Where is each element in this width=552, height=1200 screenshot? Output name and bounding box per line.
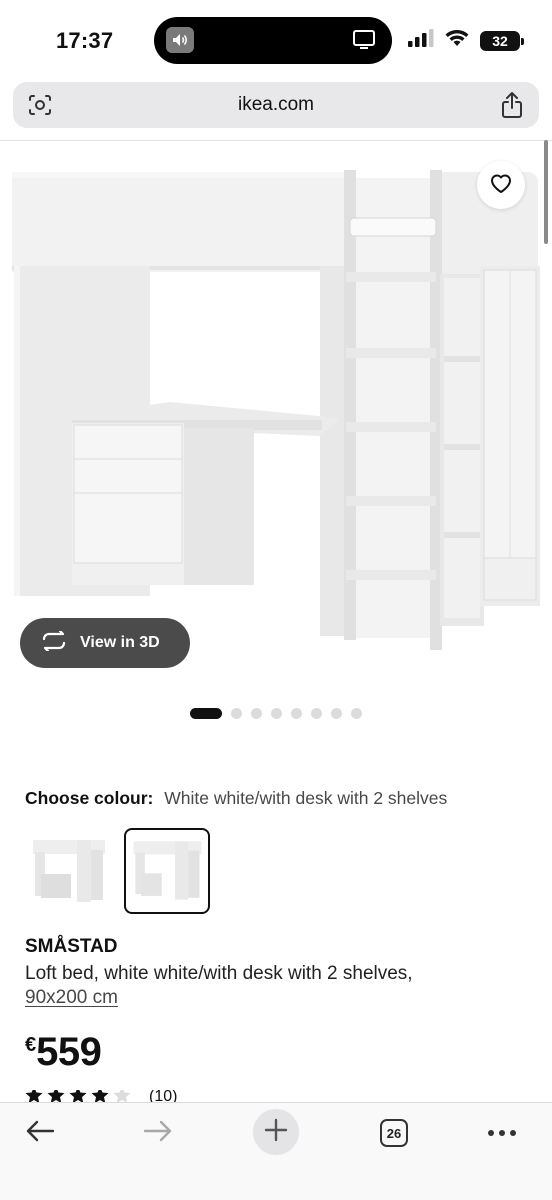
colour-label: Choose colour:: [25, 788, 154, 808]
carousel-dot-1[interactable]: [190, 708, 222, 719]
header-divider: [0, 140, 552, 141]
colour-value: White white/with desk with 2 shelves: [164, 788, 448, 808]
tabs-button[interactable]: 26: [372, 1111, 416, 1155]
carousel-dot-7[interactable]: [331, 708, 342, 719]
wifi-icon: [444, 28, 470, 53]
address-bar[interactable]: ikea.com: [13, 82, 539, 128]
scroll-indicator[interactable]: [544, 140, 548, 244]
product-image[interactable]: [0, 148, 552, 680]
carousel-dot-3[interactable]: [251, 708, 262, 719]
dynamic-island: [154, 17, 392, 64]
rotate-3d-icon: [40, 629, 68, 656]
arrow-right-icon: [143, 1119, 173, 1148]
back-button[interactable]: [18, 1111, 62, 1155]
product-size-link[interactable]: 90x200 cm: [25, 987, 118, 1009]
heart-icon: [489, 172, 513, 199]
carousel-dot-5[interactable]: [291, 708, 302, 719]
price-amount: 559: [36, 1030, 102, 1074]
carousel-dot-6[interactable]: [311, 708, 322, 719]
product-description: Loft bed, white white/with desk with 2 s…: [25, 963, 413, 984]
image-carousel-indicator[interactable]: [190, 708, 362, 719]
battery-icon: 32: [480, 30, 524, 51]
colour-swatch-option-2-selected[interactable]: [124, 828, 210, 914]
carousel-dot-4[interactable]: [271, 708, 282, 719]
signal-icon: [408, 29, 434, 52]
url-text[interactable]: ikea.com: [13, 94, 539, 116]
view-in-3d-label: View in 3D: [80, 634, 160, 651]
arrow-left-icon: [25, 1119, 55, 1148]
more-dots-icon: [487, 1124, 517, 1142]
view-in-3d-button[interactable]: View in 3D: [20, 618, 190, 668]
status-bar: 17:37 32: [0, 0, 552, 80]
new-tab-button[interactable]: [253, 1109, 299, 1155]
status-time: 17:37: [56, 28, 114, 53]
colour-chooser: Choose colour: White white/with desk wit…: [25, 788, 447, 809]
carousel-dot-2[interactable]: [231, 708, 242, 719]
forward-button[interactable]: [136, 1111, 180, 1155]
screen-mirror-icon: [352, 29, 376, 56]
colour-swatch-option-1[interactable]: [25, 828, 111, 914]
price-currency: €: [25, 1034, 37, 1056]
plus-icon: [264, 1118, 288, 1147]
favourite-button[interactable]: [477, 161, 525, 209]
product-price: € 559: [25, 1030, 102, 1075]
tabs-count: 26: [380, 1119, 408, 1147]
product-name: SMÅSTAD: [25, 936, 118, 957]
battery-level: 32: [492, 32, 508, 49]
browser-toolbar: 26: [0, 1102, 552, 1200]
share-icon[interactable]: [501, 91, 523, 124]
speaker-icon: [166, 27, 194, 53]
carousel-dot-8[interactable]: [351, 708, 362, 719]
more-menu-button[interactable]: [480, 1111, 524, 1155]
